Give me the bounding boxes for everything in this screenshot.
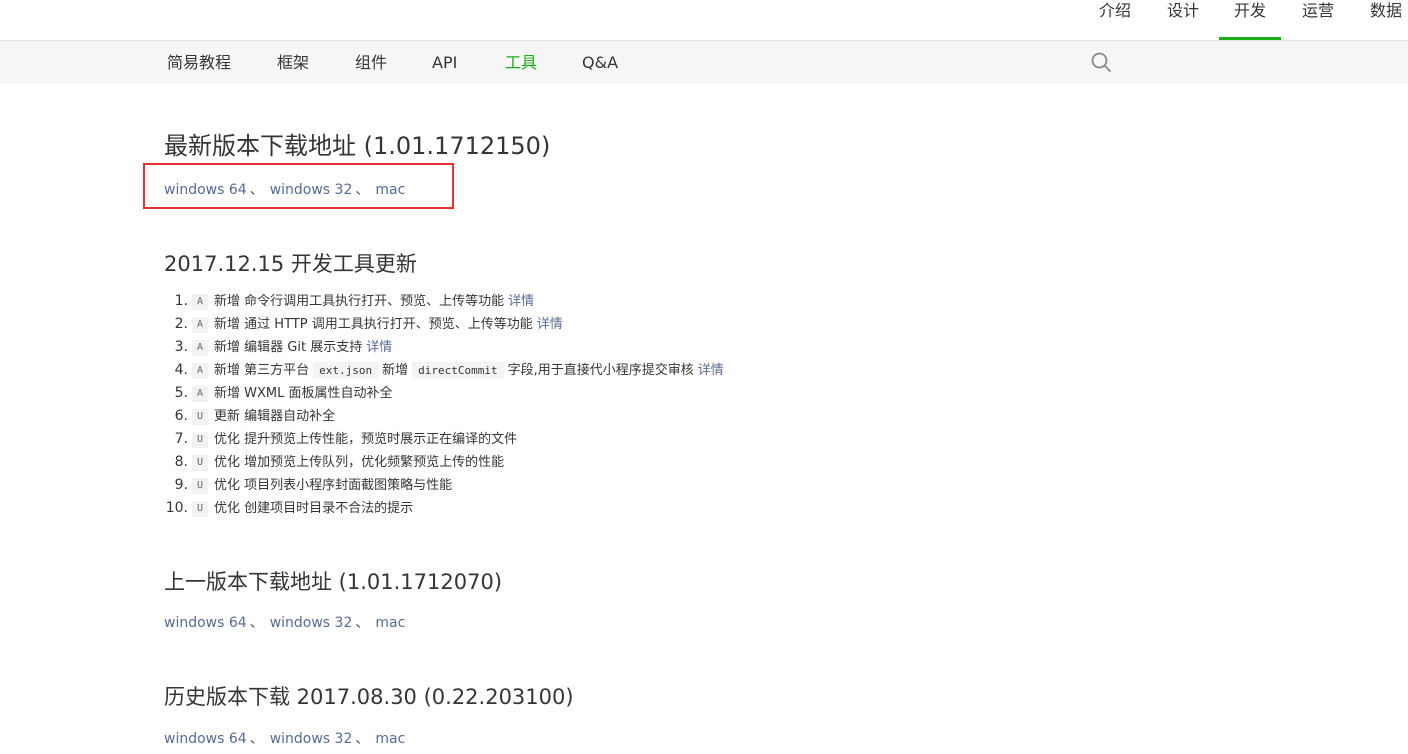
list-item: 2. A 新增 通过 HTTP 调用工具执行打开、预览、上传等功能 详情 [164,313,724,336]
list-item: 1. A 新增 命令行调用工具执行打开、预览、上传等功能 详情 [164,290,724,313]
list-item-text: 新增 [382,363,409,378]
list-number: 10. [165,500,188,516]
subnav-item-framework[interactable]: 框架 [277,41,309,84]
topnav-item-develop[interactable]: 开发 [1219,0,1281,40]
main-content: 最新版本下载地址 (1.01.1712150) windows 64、 windo… [0,84,1408,754]
detail-link[interactable]: 详情 [537,317,563,332]
subnav-item-qa[interactable]: Q&A [582,41,618,84]
list-item: 5. A 新增 WXML 面板属性自动补全 [164,382,724,405]
inline-code: ext.json [313,362,379,379]
list-number: 9. [174,477,188,493]
changelog-title: 2017.12.15 开发工具更新 [164,252,417,276]
list-item-text: 新增 通过 HTTP 调用工具执行打开、预览、上传等功能 [214,317,533,332]
list-item: 6. U 更新 编辑器自动补全 [164,405,724,428]
subnav-item-components[interactable]: 组件 [355,41,387,84]
updated-tag: U [192,408,209,425]
subnav-item-tools[interactable]: 工具 [505,41,537,84]
list-item-text: 新增 命令行调用工具执行打开、预览、上传等功能 [214,294,505,309]
previous-windows64-link[interactable]: windows 64 [164,615,247,631]
list-number: 6. [174,408,188,424]
list-item-text: 新增 编辑器 Git 展示支持 [214,340,363,355]
list-number: 1. [174,293,188,309]
updated-tag: U [192,477,209,494]
list-item: 8. U 优化 增加预览上传队列，优化频繁预览上传的性能 [164,451,724,474]
topnav-item-data[interactable]: 数据 [1369,0,1403,40]
list-number: 5. [174,385,188,401]
topnav-item-design[interactable]: 设计 [1166,0,1200,40]
added-tag: A [192,293,209,310]
list-number: 7. [174,431,188,447]
added-tag: A [192,362,209,379]
list-item-text: 新增 WXML 面板属性自动补全 [214,386,393,401]
separator: 、 [355,731,370,747]
changelog-list: 1. A 新增 命令行调用工具执行打开、预览、上传等功能 详情 2. A 新增 通过 HT… [164,290,724,520]
list-item-text: 优化 项目列表小程序封面截图策略与性能 [214,478,453,493]
separator: 、 [249,731,264,747]
history-windows32-link[interactable]: windows 32 [270,731,353,747]
list-number: 8. [174,454,188,470]
list-item: 3. A 新增 编辑器 Git 展示支持 详情 [164,336,724,359]
detail-link[interactable]: 详情 [366,340,392,355]
list-item-text: 字段,用于直接代小程序提交审核 [507,363,694,378]
latest-version-title: 最新版本下载地址 (1.01.1712150) [164,132,551,160]
list-item-text: 优化 创建项目时目录不合法的提示 [214,501,414,516]
previous-version-title: 上一版本下载地址 (1.01.1712070) [164,570,503,594]
previous-mac-link[interactable]: mac [375,615,405,631]
separator: 、 [249,615,264,631]
history-download-links: windows 64、 windows 32、 mac [164,728,405,748]
sub-navigation: 简易教程 框架 组件 API 工具 Q&A [0,40,1408,84]
updated-tag: U [192,500,209,517]
updated-tag: U [192,431,209,448]
list-item-text: 更新 编辑器自动补全 [214,409,336,424]
list-item-text: 新增 第三方平台 [214,363,310,378]
updated-tag: U [192,454,209,471]
detail-link[interactable]: 详情 [508,294,534,309]
list-item-text: 优化 增加预览上传队列，优化频繁预览上传的性能 [214,455,505,470]
list-item: 10. U 优化 创建项目时目录不合法的提示 [164,497,724,520]
added-tag: A [192,316,209,333]
previous-windows32-link[interactable]: windows 32 [270,615,353,631]
list-item: 9. U 优化 项目列表小程序封面截图策略与性能 [164,474,724,497]
list-item: 4. A 新增 第三方平台 ext.json 新增 directCommit 字段,用于直接… [164,359,724,382]
search-icon[interactable] [1090,51,1112,73]
separator: 、 [355,615,370,631]
top-navigation: 介绍 设计 开发 运营 数据 [0,0,1408,40]
inline-code: directCommit [412,362,504,379]
previous-download-links: windows 64、 windows 32、 mac [164,612,405,632]
history-mac-link[interactable]: mac [375,731,405,747]
highlight-box [143,163,454,209]
history-version-title: 历史版本下载 2017.08.30 (0.22.203100) [164,685,574,709]
list-number: 3. [174,339,188,355]
subnav-item-api[interactable]: API [432,41,457,84]
added-tag: A [192,339,209,356]
topnav-item-operate[interactable]: 运营 [1301,0,1335,40]
list-number: 2. [174,316,188,332]
list-number: 4. [174,362,188,378]
list-item: 7. U 优化 提升预览上传性能，预览时展示正在编译的文件 [164,428,724,451]
added-tag: A [192,385,209,402]
history-windows64-link[interactable]: windows 64 [164,731,247,747]
topnav-item-intro[interactable]: 介绍 [1098,0,1132,40]
subnav-item-tutorial[interactable]: 简易教程 [167,41,231,84]
detail-link[interactable]: 详情 [698,363,724,378]
list-item-text: 优化 提升预览上传性能，预览时展示正在编译的文件 [214,432,518,447]
